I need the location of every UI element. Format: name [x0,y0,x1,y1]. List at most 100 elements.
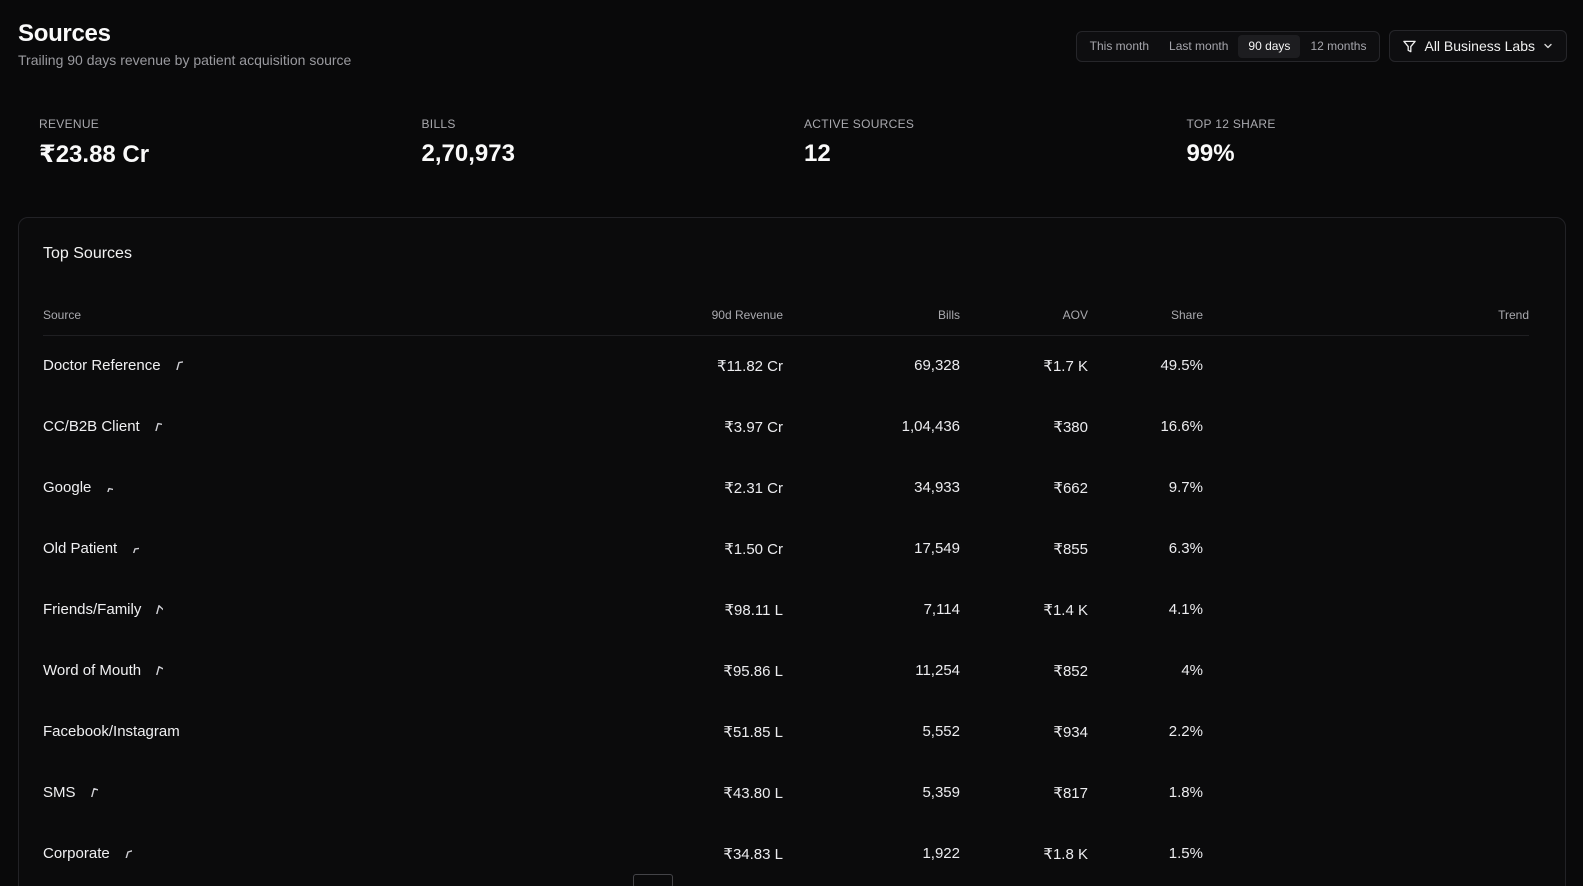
kpi-label: ACTIVE SOURCES [804,117,915,131]
cell-bills: 17,549 [914,540,960,557]
cell-share: 1.8% [1168,784,1203,801]
horizontal-scrollbar[interactable] [633,874,673,886]
trend-sparkline [1417,531,1529,568]
trend-sparkline [1417,592,1529,629]
source-link[interactable]: Facebook/Instagram [43,723,202,740]
source-link[interactable]: Friends/Family [43,601,164,618]
table-row[interactable]: Google ₹2.31 Cr 34,933 ₹662 9.7% [43,458,1529,519]
kpi-value: 99% [1186,140,1235,167]
cell-aov: ₹1.7 K [1043,358,1088,375]
table-row[interactable]: Facebook/Instagram ₹51.85 L 5,552 ₹934 2… [43,702,1529,763]
kpi-top-share: TOP 12 SHARE 99% [1187,117,1570,169]
chevron-right-icon [101,479,114,496]
range-last-month-button[interactable]: Last month [1159,35,1238,58]
source-link[interactable]: SMS [43,784,98,801]
cell-bills: 11,254 [915,662,960,679]
source-name: Word of Mouth [43,662,142,679]
table-row[interactable]: Friends/Family ₹98.11 L 7,114 ₹1.4 K 4.1… [43,580,1529,641]
table-row[interactable]: Word of Mouth ₹95.86 L 11,254 ₹852 4% [43,641,1529,702]
cell-share: 2.2% [1168,723,1203,740]
source-link[interactable]: Google [43,479,114,496]
trend-sparkline [1417,714,1529,751]
date-range-toggle: This month Last month 90 days 12 months [1075,30,1381,62]
kpi-active-sources: ACTIVE SOURCES 12 [804,117,1187,169]
lab-filter-dropdown[interactable]: All Business Labs [1389,30,1567,62]
chevron-right-icon [190,723,202,740]
chevron-right-icon [86,784,98,801]
cell-revenue: ₹98.11 L [724,602,783,619]
source-name: Friends/Family [43,601,142,618]
table-row[interactable]: SMS ₹43.80 L 5,359 ₹817 1.8% [43,763,1529,824]
kpi-bills: BILLS 2,70,973 [422,117,805,169]
cell-aov: ₹662 [1053,480,1088,497]
trend-sparkline [1417,470,1529,507]
cell-bills: 5,552 [922,723,960,740]
chevron-right-icon [151,601,164,618]
lab-filter-label: All Business Labs [1424,38,1535,54]
cell-revenue: ₹34.83 L [723,846,783,863]
kpi-revenue: REVENUE ₹23.88 Cr [39,117,422,169]
trend-sparkline [1417,836,1529,873]
cell-share: 4.1% [1168,601,1203,618]
page-header: Sources Trailing 90 days revenue by pati… [18,20,351,68]
cell-aov: ₹934 [1053,724,1088,741]
column-header-source[interactable]: Source [43,308,81,322]
chevron-right-icon [150,418,162,435]
cell-share: 4% [1181,662,1203,679]
trend-sparkline [1417,775,1529,812]
cell-bills: 7,114 [923,601,960,618]
trend-sparkline [1417,409,1529,446]
table-row[interactable]: Doctor Reference ₹11.82 Cr 69,328 ₹1.7 K… [43,336,1529,397]
kpi-label: REVENUE [39,117,100,131]
source-link[interactable]: CC/B2B Client [43,418,162,435]
chevron-right-icon [127,540,140,557]
kpi-strip: REVENUE ₹23.88 Cr BILLS 2,70,973 ACTIVE … [39,117,1569,169]
trend-sparkline [1417,653,1529,690]
source-link[interactable]: Word of Mouth [43,662,164,679]
column-header-aov[interactable]: AOV [1063,308,1088,322]
kpi-label: BILLS [421,117,456,131]
cell-bills: 5,359 [922,784,960,801]
source-name: Google [43,479,92,496]
column-header-share[interactable]: Share [1171,308,1203,322]
cell-share: 1.5% [1168,845,1203,862]
range-12-months-button[interactable]: 12 months [1300,35,1376,58]
cell-revenue: ₹11.82 Cr [717,358,783,375]
table-row[interactable]: CC/B2B Client ₹3.97 Cr 1,04,436 ₹380 16.… [43,397,1529,458]
cell-share: 49.5% [1160,357,1203,374]
column-header-revenue[interactable]: 90d Revenue [712,308,783,322]
page-title: Sources [18,20,111,47]
kpi-value: 12 [804,140,831,167]
source-name: CC/B2B Client [43,418,140,435]
table-body: Doctor Reference ₹11.82 Cr 69,328 ₹1.7 K… [43,336,1529,885]
source-link[interactable]: Old Patient [43,540,140,557]
cell-share: 9.7% [1168,479,1203,496]
cell-aov: ₹1.8 K [1043,846,1088,863]
top-sources-card: Top Sources Source 90d Revenue Bills AOV… [18,217,1566,886]
range-this-month-button[interactable]: This month [1080,35,1159,58]
cell-bills: 1,04,436 [901,418,960,435]
card-title: Top Sources [43,245,132,262]
cell-revenue: ₹51.85 L [723,724,783,741]
cell-revenue: ₹1.50 Cr [724,541,783,558]
cell-revenue: ₹3.97 Cr [724,419,783,436]
cell-revenue: ₹2.31 Cr [724,480,783,497]
column-header-bills[interactable]: Bills [938,308,960,322]
range-90-days-button[interactable]: 90 days [1238,34,1301,58]
kpi-value: ₹23.88 Cr [39,141,150,168]
chevron-right-icon [120,845,132,862]
kpi-value: 2,70,973 [421,140,515,167]
source-link[interactable]: Corporate [43,845,132,862]
cell-aov: ₹817 [1053,785,1088,802]
table-row[interactable]: Corporate ₹34.83 L 1,922 ₹1.8 K 1.5% [43,824,1529,885]
source-link[interactable]: Doctor Reference [43,357,183,374]
cell-aov: ₹855 [1053,541,1088,558]
table-header: Source 90d Revenue Bills AOV Share Trend [43,308,1529,336]
source-name: Doctor Reference [43,357,161,374]
page-subtitle: Trailing 90 days revenue by patient acqu… [18,52,352,68]
table-row[interactable]: Old Patient ₹1.50 Cr 17,549 ₹855 6.3% [43,519,1529,580]
chevron-right-icon [171,357,183,374]
cell-bills: 34,933 [914,479,960,496]
chevron-down-icon [1542,40,1554,52]
cell-aov: ₹380 [1053,419,1088,436]
